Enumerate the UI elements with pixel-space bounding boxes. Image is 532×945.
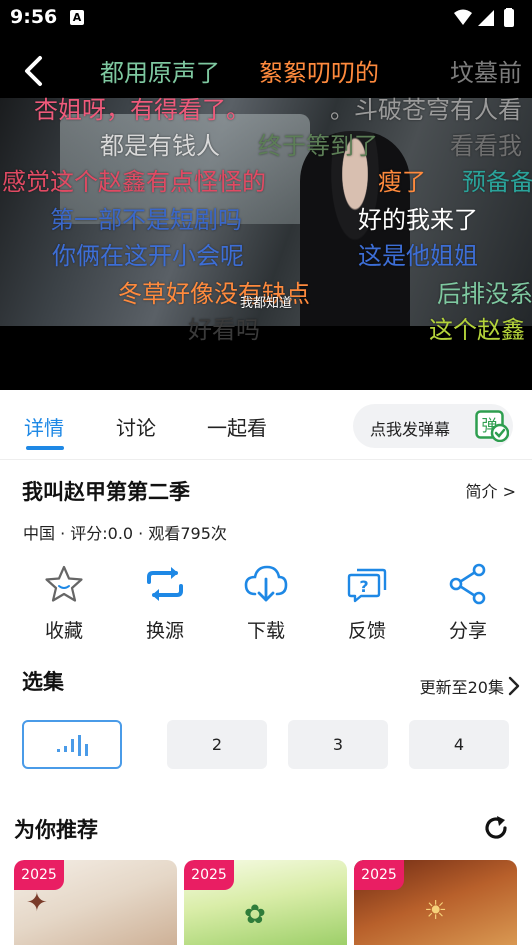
recommend-list: ✦ 2025 ✿ 2025 ☀ 2025 xyxy=(14,860,532,945)
switch-source-label: 换源 xyxy=(145,620,184,642)
wifi-icon xyxy=(454,9,472,25)
download-label: 下载 xyxy=(246,620,285,642)
episode-2-button[interactable]: 2 xyxy=(167,720,267,769)
recommend-card-2-art: ✿ xyxy=(244,900,266,930)
episode-1-button[interactable] xyxy=(22,720,122,769)
danmaku-comment: 你俩在这开小会呢 xyxy=(52,242,244,270)
feedback-button[interactable]: ? 反馈 xyxy=(322,562,412,646)
danmaku-comment: 预备备 xyxy=(462,168,532,196)
status-icons xyxy=(454,8,514,27)
recommend-card-2[interactable]: ✿ 2025 xyxy=(184,860,347,945)
refresh-icon[interactable] xyxy=(482,814,510,842)
danmaku-comment: 这个赵鑫 xyxy=(429,316,525,344)
tab-watch-together[interactable]: 一起看 xyxy=(207,412,267,441)
tab-details[interactable]: 详情 xyxy=(24,412,64,441)
danmaku-comment: 瘦了 xyxy=(378,168,426,196)
playing-bars-icon xyxy=(57,735,88,756)
tab-active-indicator xyxy=(26,446,64,450)
star-icon xyxy=(45,565,83,602)
danmaku-comment: 杏姐呀，有得看了。 xyxy=(34,96,250,124)
recommend-card-3-badge: 2025 xyxy=(354,860,404,890)
video-subtitle: 我都知道 xyxy=(239,296,292,311)
video-player[interactable]: 都用原声了 絮絮叨叨的 坟墓前杏姐呀，有得看了。 。斗破苍穹有人看都是有钱人 终于等到了… xyxy=(0,36,532,390)
danmaku-comment: 感觉这个赵鑫有点怪怪的 xyxy=(2,168,266,196)
episode-list: 2 3 4 xyxy=(22,720,512,770)
download-icon xyxy=(244,565,288,602)
danmaku-toggle-icon[interactable]: 弹 xyxy=(475,410,509,442)
danmaku-comment: 好的我来了 xyxy=(358,206,478,234)
status-time: 9:56 xyxy=(10,6,58,28)
send-danmaku-label: 点我发弹幕 xyxy=(370,420,451,439)
share-icon xyxy=(449,563,486,605)
intro-link[interactable]: 简介 > xyxy=(466,478,517,502)
feedback-label: 反馈 xyxy=(347,620,386,642)
signal-icon xyxy=(478,10,494,26)
episode-3-button[interactable]: 3 xyxy=(288,720,388,769)
episode-4-button[interactable]: 4 xyxy=(409,720,509,769)
danmaku-comment: 都是有钱人 xyxy=(100,132,220,160)
recommend-card-1-badge: 2025 xyxy=(14,860,64,890)
tab-discussion[interactable]: 讨论 xyxy=(116,412,156,441)
danmaku-comment: 坟墓前 xyxy=(450,59,522,87)
action-bar: 收藏 换源 下载 ? 反馈 分享 xyxy=(0,562,532,652)
recommend-title: 为你推荐 xyxy=(14,818,98,842)
svg-text:?: ? xyxy=(359,577,368,596)
recommend-card-2-badge: 2025 xyxy=(184,860,234,890)
favorite-button[interactable]: 收藏 xyxy=(19,562,109,646)
recommend-card-3[interactable]: ☀ 2025 xyxy=(354,860,517,945)
chevron-right-icon xyxy=(508,676,520,696)
danmaku-comment: 絮絮叨叨的 xyxy=(259,59,379,87)
send-danmaku-button[interactable]: 点我发弹幕 弹 xyxy=(353,404,513,448)
recommend-card-1[interactable]: ✦ 2025 xyxy=(14,860,177,945)
back-button[interactable] xyxy=(20,54,50,88)
show-title: 我叫赵甲第第二季 xyxy=(22,480,190,504)
danmaku-comment: 这是他姐姐 xyxy=(358,242,478,270)
tab-bar: 详情 讨论 一起看 点我发弹幕 弹 xyxy=(0,390,532,460)
notification-icon: A xyxy=(70,10,84,25)
danmaku-comment: 都用原声了 xyxy=(100,59,220,87)
download-button[interactable]: 下载 xyxy=(221,562,311,646)
danmaku-comment: 终于等到了 xyxy=(258,132,378,160)
battery-icon xyxy=(504,9,514,27)
recommend-card-3-art: ☀ xyxy=(424,896,448,926)
episodes-title: 选集 xyxy=(22,670,64,694)
switch-source-button[interactable]: 换源 xyxy=(120,562,210,646)
recommend-card-1-art: ✦ xyxy=(26,888,48,918)
favorite-label: 收藏 xyxy=(44,620,83,642)
episodes-update-link[interactable]: 更新至20集 xyxy=(420,674,520,698)
danmaku-comment: 第一部不是短剧吗 xyxy=(50,206,242,234)
share-button[interactable]: 分享 xyxy=(423,562,513,646)
status-bar: 9:56 A xyxy=(0,0,532,36)
show-meta: 中国 · 评分:0.0 · 观看795次 xyxy=(23,524,227,543)
switch-source-icon xyxy=(147,567,183,601)
danmaku-comment: 好看吗 xyxy=(188,316,260,344)
share-label: 分享 xyxy=(448,620,487,642)
feedback-icon: ? xyxy=(347,568,387,603)
episodes-update-label: 更新至20集 xyxy=(419,678,504,697)
danmaku-comment: 。斗破苍穹有人看 xyxy=(330,96,522,124)
danmaku-comment: 看看我 xyxy=(450,132,522,160)
